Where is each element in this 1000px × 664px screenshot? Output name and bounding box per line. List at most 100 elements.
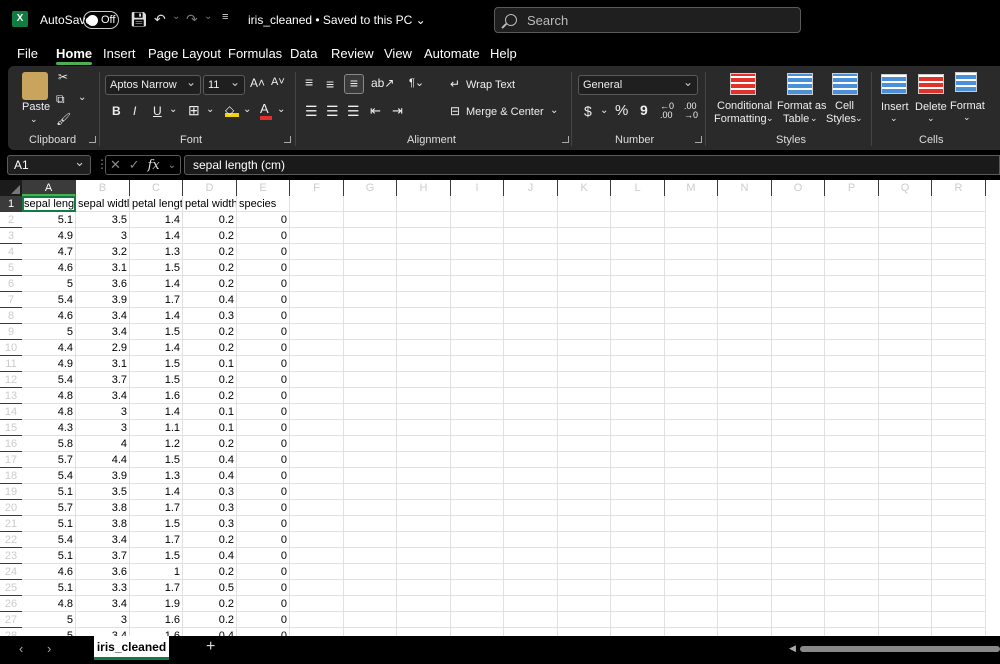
text-direction-icon[interactable]: ¶⌄ — [409, 76, 424, 89]
cell-styles-label[interactable]: Cell — [835, 100, 854, 112]
cell-I5[interactable] — [451, 260, 504, 276]
cell-N15[interactable] — [718, 420, 772, 436]
cell-D12[interactable]: 0.2 — [183, 372, 237, 388]
cell-D19[interactable]: 0.3 — [183, 484, 237, 500]
cell-P20[interactable] — [825, 500, 879, 516]
cell-G4[interactable] — [344, 244, 397, 260]
cell-P26[interactable] — [825, 596, 879, 612]
cell-J16[interactable] — [504, 436, 558, 452]
number-launcher-icon[interactable] — [695, 136, 702, 143]
cell-O19[interactable] — [772, 484, 825, 500]
cell-Q9[interactable] — [879, 324, 932, 340]
cell-P14[interactable] — [825, 404, 879, 420]
cell-D25[interactable]: 0.5 — [183, 580, 237, 596]
cell-R5[interactable] — [932, 260, 986, 276]
cell-K10[interactable] — [558, 340, 611, 356]
cell-C2[interactable]: 1.4 — [130, 212, 183, 228]
cell-F17[interactable] — [290, 452, 344, 468]
cell-E13[interactable]: 0 — [237, 388, 290, 404]
row-header[interactable]: 14 — [0, 404, 22, 420]
cell-O7[interactable] — [772, 292, 825, 308]
tab-view[interactable]: View — [384, 46, 412, 61]
cell-I1[interactable] — [451, 196, 504, 212]
cell-R20[interactable] — [932, 500, 986, 516]
cell-N7[interactable] — [718, 292, 772, 308]
cell-Q25[interactable] — [879, 580, 932, 596]
cell-D2[interactable]: 0.2 — [183, 212, 237, 228]
increase-indent-icon[interactable]: ⇥ — [392, 103, 403, 119]
fill-color-icon[interactable]: ◇ — [225, 103, 239, 117]
cell-O16[interactable] — [772, 436, 825, 452]
cell-C15[interactable]: 1.1 — [130, 420, 183, 436]
cell-G8[interactable] — [344, 308, 397, 324]
conditional-dropdown-icon[interactable]: ⌄ — [766, 113, 774, 124]
cell-E15[interactable]: 0 — [237, 420, 290, 436]
cell-H9[interactable] — [397, 324, 451, 340]
cell-L3[interactable] — [611, 228, 665, 244]
cell-O23[interactable] — [772, 548, 825, 564]
cell-R10[interactable] — [932, 340, 986, 356]
merge-dropdown-icon[interactable]: ⌄ — [550, 105, 558, 116]
row-header[interactable]: 25 — [0, 580, 22, 596]
column-header[interactable]: R — [932, 180, 986, 196]
cell-A15[interactable]: 4.3 — [22, 420, 76, 436]
cell-B17[interactable]: 4.4 — [76, 452, 130, 468]
cell-F4[interactable] — [290, 244, 344, 260]
row-header[interactable]: 19 — [0, 484, 22, 500]
cell-J28[interactable] — [504, 628, 558, 636]
format-painter-icon[interactable]: 🖌︎ — [56, 112, 71, 126]
cell-D11[interactable]: 0.1 — [183, 356, 237, 372]
cell-L22[interactable] — [611, 532, 665, 548]
cell-M12[interactable] — [665, 372, 718, 388]
cell-D10[interactable]: 0.2 — [183, 340, 237, 356]
cell-P5[interactable] — [825, 260, 879, 276]
column-header[interactable]: M — [665, 180, 718, 196]
orientation-icon[interactable]: ab↗ — [371, 76, 394, 90]
currency-button[interactable]: $ — [584, 103, 592, 119]
cell-R26[interactable] — [932, 596, 986, 612]
column-header[interactable]: J — [504, 180, 558, 196]
cell-C16[interactable]: 1.2 — [130, 436, 183, 452]
cell-I11[interactable] — [451, 356, 504, 372]
cell-L1[interactable] — [611, 196, 665, 212]
cell-H22[interactable] — [397, 532, 451, 548]
cell-I20[interactable] — [451, 500, 504, 516]
cell-A14[interactable]: 4.8 — [22, 404, 76, 420]
cell-C8[interactable]: 1.4 — [130, 308, 183, 324]
cell-M24[interactable] — [665, 564, 718, 580]
cell-B4[interactable]: 3.2 — [76, 244, 130, 260]
bold-button[interactable]: B — [112, 104, 121, 118]
cell-F10[interactable] — [290, 340, 344, 356]
cell-G11[interactable] — [344, 356, 397, 372]
row-header[interactable]: 9 — [0, 324, 22, 340]
cell-styles-dropdown-icon[interactable]: ⌄ — [855, 113, 863, 124]
cell-Q14[interactable] — [879, 404, 932, 420]
cell-Q2[interactable] — [879, 212, 932, 228]
column-header[interactable]: G — [344, 180, 397, 196]
cell-A20[interactable]: 5.7 — [22, 500, 76, 516]
cell-Q18[interactable] — [879, 468, 932, 484]
cell-H18[interactable] — [397, 468, 451, 484]
cell-B19[interactable]: 3.5 — [76, 484, 130, 500]
cell-G5[interactable] — [344, 260, 397, 276]
cell-A10[interactable]: 4.4 — [22, 340, 76, 356]
cell-O4[interactable] — [772, 244, 825, 260]
cell-A4[interactable]: 4.7 — [22, 244, 76, 260]
sheet-tab-iris-cleaned[interactable]: iris_cleaned — [94, 636, 169, 660]
cell-I25[interactable] — [451, 580, 504, 596]
cell-I18[interactable] — [451, 468, 504, 484]
column-header[interactable]: I — [451, 180, 504, 196]
cell-O13[interactable] — [772, 388, 825, 404]
cell-E28[interactable]: 0 — [237, 628, 290, 636]
cell-H24[interactable] — [397, 564, 451, 580]
cell-L2[interactable] — [611, 212, 665, 228]
cell-Q21[interactable] — [879, 516, 932, 532]
cell-A27[interactable]: 5 — [22, 612, 76, 628]
cell-B12[interactable]: 3.7 — [76, 372, 130, 388]
cell-E7[interactable]: 0 — [237, 292, 290, 308]
select-all-corner[interactable] — [0, 180, 22, 196]
row-header[interactable]: 26 — [0, 596, 22, 612]
cell-I7[interactable] — [451, 292, 504, 308]
cell-K27[interactable] — [558, 612, 611, 628]
cell-B25[interactable]: 3.3 — [76, 580, 130, 596]
